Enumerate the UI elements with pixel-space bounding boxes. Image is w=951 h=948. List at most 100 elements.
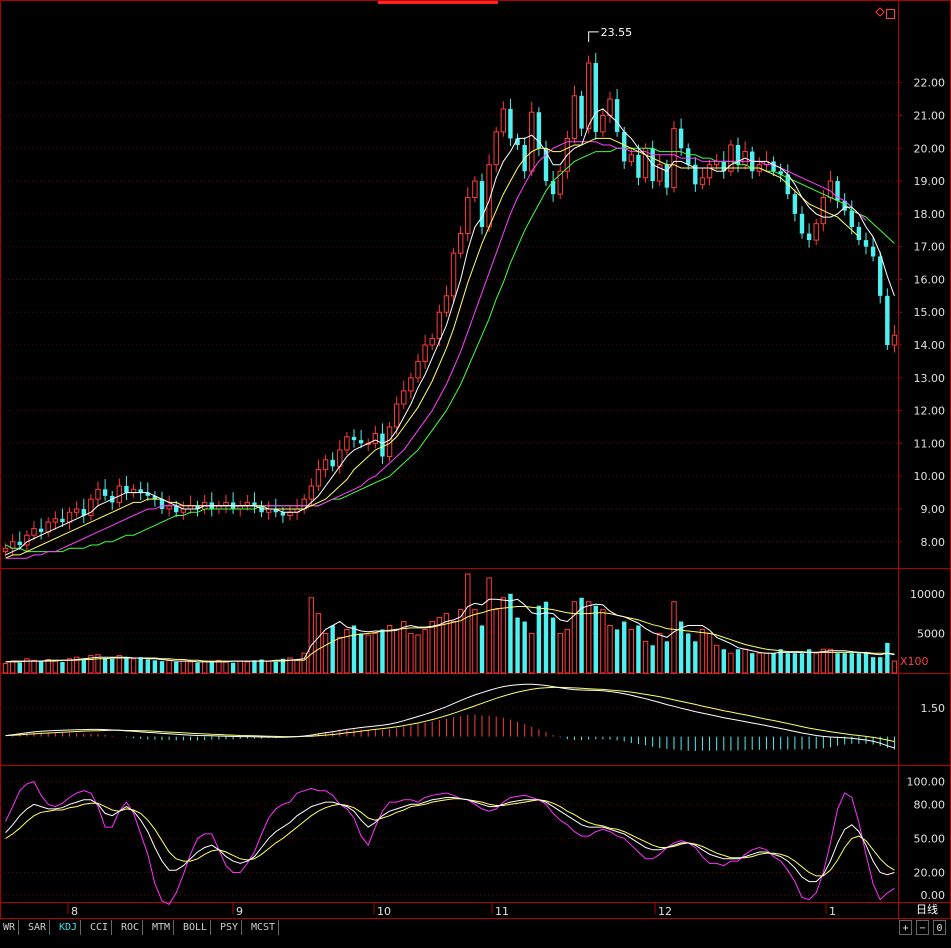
volume-tick-label: 5000 [917, 627, 945, 640]
volume-bar [337, 636, 343, 674]
volume-bar [799, 653, 805, 673]
candle-body [571, 95, 578, 139]
candle-body [322, 459, 329, 471]
x-month-label: 8 [71, 905, 78, 918]
candle-body [678, 128, 684, 149]
volume-bar [706, 632, 713, 674]
tab-wr[interactable]: WR [0, 920, 20, 935]
volume-bar [756, 652, 763, 674]
candle-body [38, 528, 44, 532]
volume-bar [550, 617, 556, 673]
candle-body [408, 377, 414, 392]
volume-bar [201, 660, 208, 674]
volume-bar [607, 624, 613, 674]
volume-unit-label: X100 [900, 655, 929, 668]
period-label[interactable]: 日线 [903, 902, 951, 918]
volume-bar [493, 609, 499, 674]
candle-body [95, 488, 101, 500]
volume-bar [628, 628, 635, 674]
kdj-tick-label: 20.00 [914, 866, 946, 879]
tab-mcst[interactable]: MCST [248, 920, 280, 935]
volume-bar [174, 661, 179, 673]
candle-body [450, 252, 457, 297]
volume-bar [230, 662, 236, 673]
tab-roc[interactable]: ROC [118, 920, 144, 935]
x-month-label: 12 [658, 905, 672, 918]
candle-body [315, 469, 322, 487]
candle-body [330, 459, 335, 467]
volume-bar [771, 653, 776, 673]
reset-button[interactable]: 0 [933, 920, 946, 935]
candle-body [600, 114, 606, 133]
candle-body [457, 233, 464, 254]
high-marker-label: 23.55 [601, 26, 633, 39]
candle-body [415, 360, 421, 379]
candle-body [607, 98, 613, 116]
tab-sar[interactable]: SAR [25, 920, 51, 935]
ma5-line [5, 108, 895, 556]
candle-body [372, 433, 379, 444]
candle-body [593, 63, 598, 132]
volume-bar [885, 642, 890, 673]
volume-bar [472, 609, 478, 674]
price-tick-label: 18.00 [914, 208, 946, 221]
volume-bar [450, 621, 457, 674]
price-tick-label: 14.00 [914, 339, 946, 352]
volume-bar [351, 625, 357, 673]
x-axis: 8 9 10 11 12 1 [67, 902, 836, 918]
zoom-out-button[interactable]: − [916, 920, 929, 935]
kdj-panel[interactable]: 100.00 80.00 50.00 20.00 0.00 [0, 776, 945, 905]
volume-bar [17, 662, 22, 673]
candle-body [344, 436, 350, 451]
tab-psy[interactable]: PSY [217, 920, 243, 935]
volume-bar [671, 601, 677, 674]
kdj-tick-label: 80.00 [914, 798, 946, 811]
candle-body [792, 194, 798, 214]
candle-body [138, 489, 143, 493]
volume-bar [145, 659, 150, 673]
volume-bar [330, 625, 335, 673]
volume-bar [358, 633, 364, 673]
volume-tick-label: 10000 [910, 588, 945, 601]
volume-bar [308, 597, 315, 674]
price-tick-label: 15.00 [914, 306, 946, 319]
candle-body [73, 508, 80, 513]
chart-frame [0, 0, 951, 919]
tab-cci[interactable]: CCI [87, 920, 113, 935]
volume-bar [500, 597, 507, 674]
volume-bar [187, 661, 194, 674]
candle-body [472, 180, 478, 198]
volume-bar [244, 661, 251, 674]
volume-panel[interactable]: 10000 5000 X100 [0, 573, 945, 674]
tab-kdj[interactable]: KDJ [56, 920, 82, 935]
candle-body [579, 95, 584, 129]
macd-panel[interactable]: 1.50 [0, 683, 945, 751]
candle-body [124, 486, 129, 493]
stock-chart[interactable]: 22.0021.0020.0019.0018.0017.0016.0015.00… [0, 0, 951, 948]
outer-border [0, 0, 951, 919]
volume-bar [31, 659, 37, 674]
high-marker-line [588, 31, 599, 42]
volume-bar [763, 652, 770, 674]
volume-bar [152, 660, 158, 673]
volume-bar [457, 609, 464, 674]
tab-boll[interactable]: BOLL [180, 920, 212, 935]
volume-bar [593, 605, 598, 673]
volume-bar [252, 660, 257, 673]
volume-bar [479, 625, 485, 673]
candle-body [422, 344, 428, 362]
x-month-label: 11 [495, 905, 509, 918]
volume-bar [508, 593, 513, 673]
tab-mtm[interactable]: MTM [149, 920, 175, 935]
volume-bar [60, 661, 65, 673]
volume-bar [81, 659, 86, 673]
kdj-tick-label: 50.00 [914, 832, 946, 845]
candle-body [885, 295, 890, 346]
candle-body [465, 196, 471, 235]
zoom-in-button[interactable]: + [899, 920, 912, 935]
volume-bar [856, 653, 862, 673]
volume-bar [600, 609, 606, 674]
price-panel[interactable]: 22.00 21.00 20.00 19.00 18.00 17.00 16.00 15.00… [0, 26, 946, 559]
volume-bar [166, 659, 172, 674]
candle-body [671, 128, 677, 189]
